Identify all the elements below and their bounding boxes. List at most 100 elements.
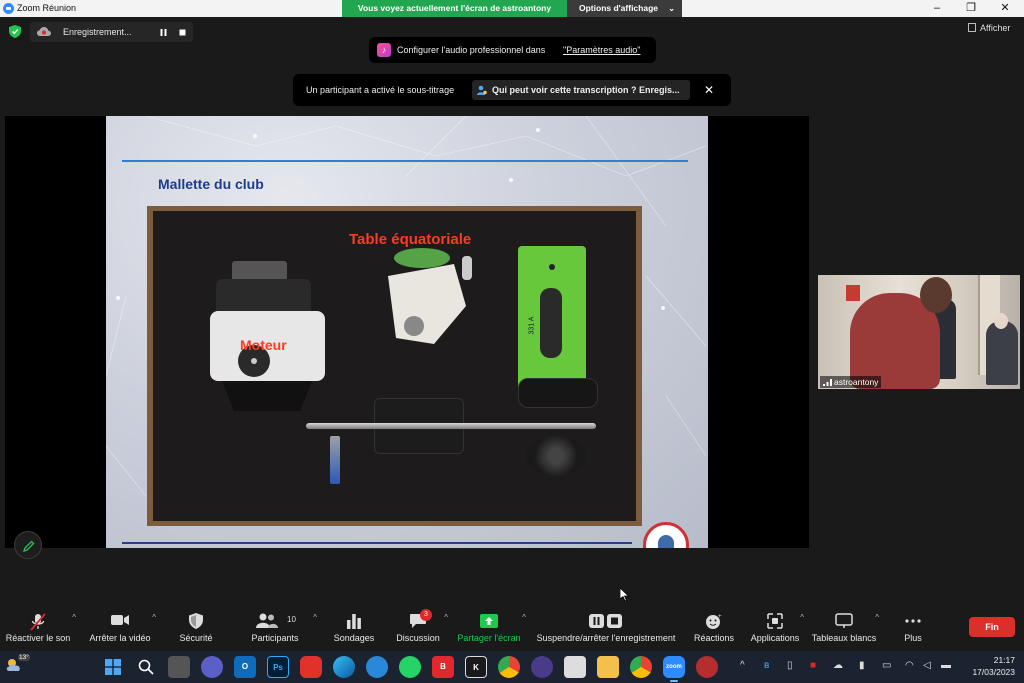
participants-button[interactable]: 10 ^ Participants (247, 605, 317, 651)
reactions-button[interactable]: + Réactions (690, 605, 738, 651)
whiteboards-button[interactable]: ^ Tableaux blancs (811, 605, 879, 651)
chevron-down-icon: ⌄ (668, 4, 675, 13)
equatorial-mount-photo (388, 248, 472, 344)
bolt-photo (330, 436, 340, 484)
more-button[interactable]: Plus (893, 605, 933, 651)
windows-start-icon[interactable] (102, 656, 124, 678)
battery-icon[interactable]: ▬ (941, 660, 951, 671)
whatsapp-icon[interactable] (399, 656, 421, 678)
minimize-button[interactable]: – (920, 0, 954, 17)
annotate-pen-button[interactable] (14, 531, 42, 559)
star-dot (509, 178, 513, 182)
unmute-button[interactable]: ^ Réactiver le son (2, 605, 76, 651)
video-person-head (920, 277, 952, 313)
caret-up-icon[interactable]: ^ (313, 613, 317, 622)
caret-up-icon[interactable]: ^ (875, 613, 879, 622)
encryption-shield-icon[interactable] (9, 25, 21, 38)
chrome-icon[interactable] (498, 656, 520, 678)
bluetooth-icon[interactable]: ʙ (764, 660, 769, 671)
chat-label: Discussion (396, 633, 440, 643)
slide-title: Mallette du club (158, 176, 264, 192)
restore-button[interactable]: ❐ (954, 0, 988, 17)
slide-bottom-rule (122, 542, 632, 544)
chat-badge: 3 (420, 609, 432, 621)
whiteboards-label: Tableaux blancs (811, 633, 877, 643)
mouse-cursor-icon (620, 588, 630, 602)
star-dot (253, 134, 257, 138)
caret-up-icon[interactable]: ^ (152, 613, 156, 622)
bitdefender-icon[interactable]: B (432, 656, 454, 678)
chat-button[interactable]: 3 ^ Discussion (392, 605, 448, 651)
edge-icon[interactable] (333, 656, 355, 678)
game-icon[interactable] (696, 656, 718, 678)
tray-chevron-up-icon[interactable]: ^ (740, 660, 745, 671)
afficher-label: Afficher (980, 23, 1011, 33)
video-person (986, 321, 1018, 385)
zoom-window: Zoom Réunion Vous voyez actuellement l'é… (0, 0, 1024, 683)
windows-taskbar: 13° O Ps B K zoom ^ ʙ ▯ ■ ☁ ▮ ▭ ◠ ◁ ▬ 21… (0, 651, 1024, 683)
display-icon[interactable]: ▭ (882, 660, 891, 671)
recording-control-button[interactable]: Suspendre/arrêter l'enregistrement (531, 605, 681, 651)
pencil-icon (23, 540, 35, 552)
end-meeting-button[interactable]: Fin (969, 617, 1015, 637)
shield-icon (189, 613, 203, 629)
caret-up-icon[interactable]: ^ (522, 613, 526, 622)
more-label: Plus (904, 633, 922, 643)
polls-label: Sondages (333, 633, 375, 643)
security-button[interactable]: Sécurité (172, 605, 220, 651)
wifi-icon[interactable]: ◠ (905, 660, 914, 671)
outlook-icon[interactable]: O (234, 656, 256, 678)
chrome-profile-icon[interactable] (630, 656, 652, 678)
weather-widget[interactable]: 13° (6, 654, 30, 674)
snip-tool-icon[interactable] (564, 656, 586, 678)
teams-chat-icon[interactable] (201, 656, 223, 678)
photoshop-icon[interactable]: Ps (267, 656, 289, 678)
label-moteur: Moteur (240, 337, 287, 353)
participants-icon (256, 613, 278, 628)
cloud-app-icon[interactable] (366, 656, 388, 678)
stop-video-button[interactable]: ^ Arrêter la vidéo (84, 605, 156, 651)
participant-video-thumbnail[interactable]: astroantony (818, 275, 1020, 389)
music-note-icon: ♪ (377, 43, 391, 57)
taskbar-clock[interactable]: 21:17 17/03/2023 (965, 654, 1015, 678)
kodak-icon[interactable]: K (465, 656, 487, 678)
share-screen-button[interactable]: ^ Partager l'écran (454, 605, 526, 651)
apps-button[interactable]: ^ Applications (748, 605, 804, 651)
microphone-icon[interactable]: ▮ (859, 660, 865, 671)
stop-recording-icon[interactable] (177, 27, 188, 38)
close-window-button[interactable]: ✕ (988, 0, 1022, 17)
onedrive-icon[interactable]: ☁ (833, 660, 843, 671)
astro-app-icon[interactable] (531, 656, 553, 678)
recording-control-label: Suspendre/arrêter l'enregistrement (536, 633, 676, 643)
pause-recording-icon[interactable] (158, 27, 169, 38)
search-icon[interactable] (135, 656, 157, 678)
audio-note-text: Configurer l'audio professionnel dans (397, 45, 546, 55)
caret-up-icon[interactable]: ^ (444, 613, 448, 622)
usb-icon[interactable]: ▯ (787, 660, 793, 671)
show-panel-button[interactable]: Afficher (968, 23, 1010, 33)
speaker-muted-icon[interactable]: ◁ (923, 660, 931, 671)
caret-up-icon[interactable]: ^ (72, 613, 76, 622)
close-icon[interactable]: ✕ (704, 83, 714, 97)
antivirus-tray-icon[interactable]: ■ (810, 660, 816, 671)
plate-hole (549, 264, 555, 270)
task-view-icon[interactable] (168, 656, 190, 678)
file-explorer-icon[interactable] (597, 656, 619, 678)
window-title: Zoom Réunion (17, 3, 77, 13)
recording-label: Enregistrement... (63, 27, 132, 37)
unmute-label: Réactiver le son (5, 633, 71, 643)
whiteboard-icon (835, 613, 853, 628)
video-camera-icon (111, 615, 129, 625)
caret-up-icon[interactable]: ^ (800, 613, 804, 622)
motor-photo (210, 261, 325, 411)
stop-video-label: Arrêter la vidéo (89, 633, 151, 643)
bar-chart-icon (347, 614, 361, 629)
zoom-icon[interactable]: zoom (663, 656, 685, 678)
view-options-button[interactable]: Options d'affichage ⌄ (567, 0, 682, 17)
polls-button[interactable]: Sondages (330, 605, 378, 651)
audio-settings-link[interactable]: "Paramètres audio" (563, 45, 640, 55)
person-icon (477, 85, 487, 95)
who-can-see-transcript-button[interactable]: Qui peut voir cette transcription ? Enre… (472, 80, 690, 100)
brave-icon[interactable] (300, 656, 322, 678)
clock-date: 17/03/2023 (972, 667, 1015, 677)
